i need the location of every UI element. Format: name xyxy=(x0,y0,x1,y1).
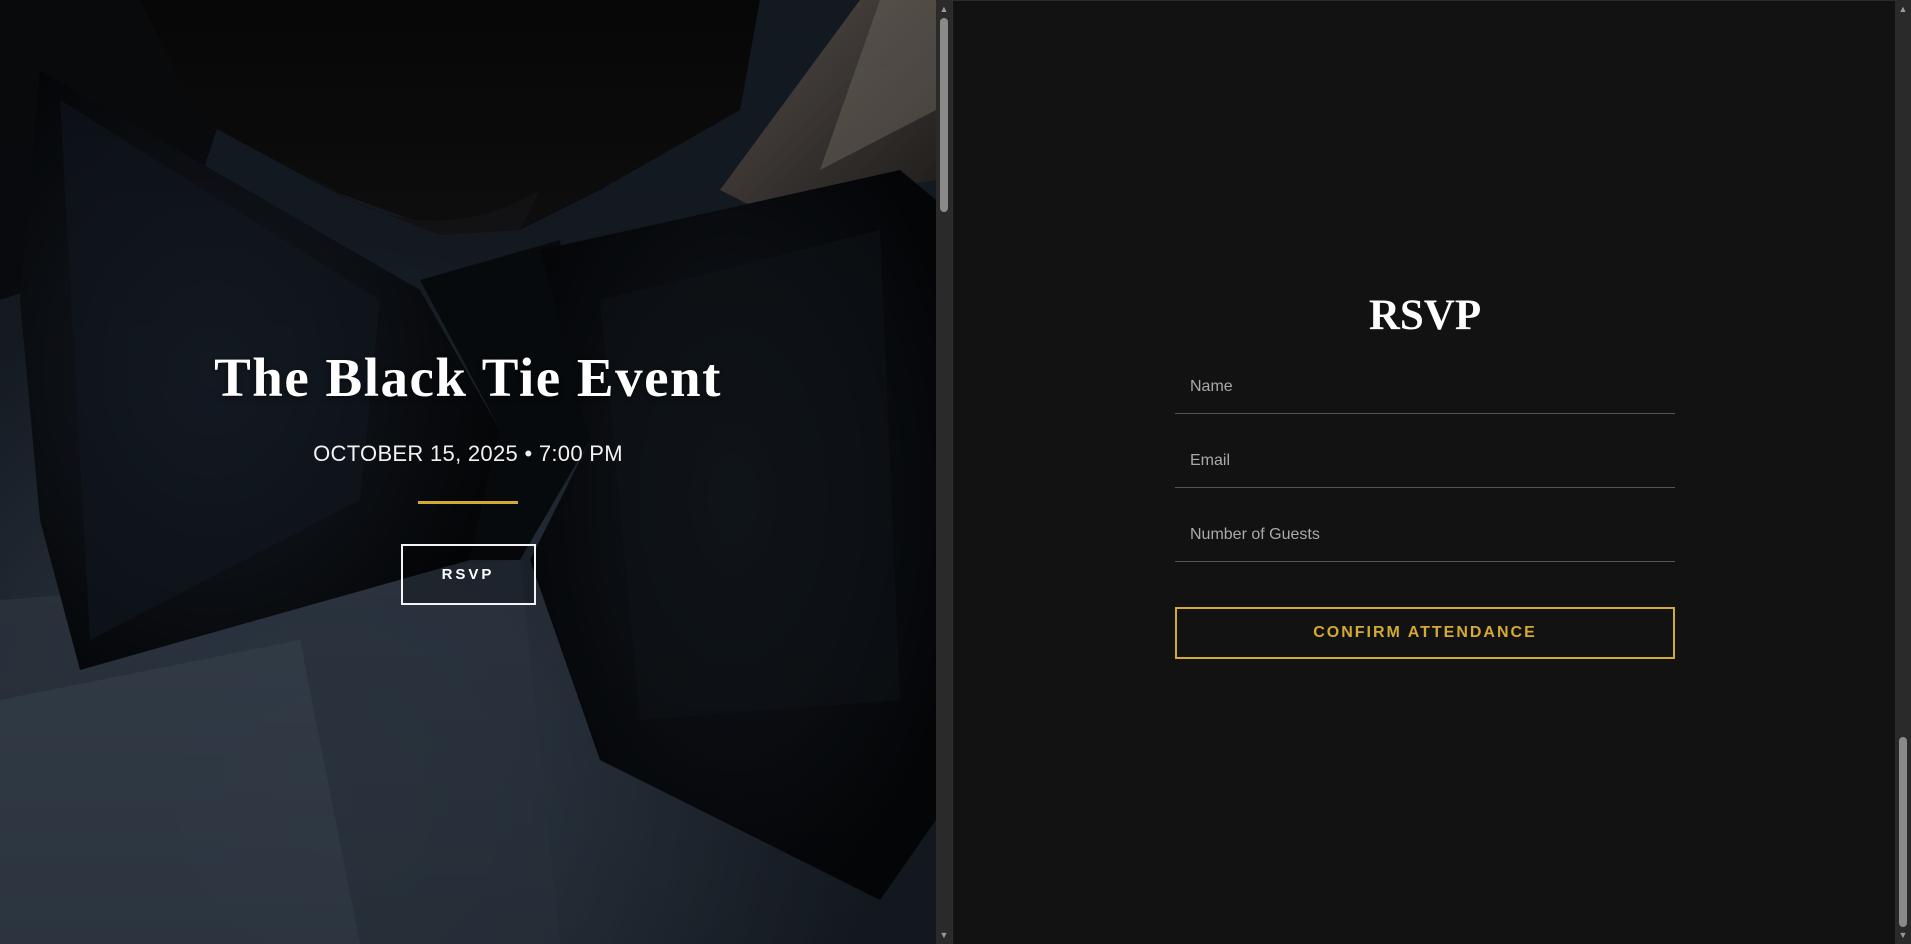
right-pane-scrollbar[interactable]: ▲ ▼ xyxy=(1895,0,1911,944)
rsvp-form: RSVP CONFIRM ATTENDANCE xyxy=(1175,289,1675,659)
scroll-up-arrow-icon[interactable]: ▲ xyxy=(936,2,952,16)
name-input[interactable] xyxy=(1175,360,1675,413)
app-window: The Black Tie Event OCTOBER 15, 2025 • 7… xyxy=(0,0,1911,944)
left-pane-scrollbar[interactable]: ▲ ▼ xyxy=(936,0,952,944)
name-field-wrapper xyxy=(1175,360,1675,414)
hero-content: The Black Tie Event OCTOBER 15, 2025 • 7… xyxy=(0,345,936,605)
email-field-wrapper xyxy=(1175,434,1675,488)
scroll-down-arrow-icon[interactable]: ▼ xyxy=(936,928,952,942)
guests-input[interactable] xyxy=(1175,508,1675,561)
event-title: The Black Tie Event xyxy=(214,347,722,408)
hero-pane: The Black Tie Event OCTOBER 15, 2025 • 7… xyxy=(0,0,936,944)
rsvp-heading: RSVP xyxy=(1368,292,1482,339)
scroll-up-arrow-icon[interactable]: ▲ xyxy=(1895,2,1911,16)
event-date: OCTOBER 15, 2025 • 7:00 PM xyxy=(313,441,623,466)
scrollbar-thumb[interactable] xyxy=(940,18,948,212)
hero-rsvp-button[interactable]: RSVP xyxy=(400,544,536,605)
gold-divider xyxy=(418,501,518,504)
guests-field-wrapper xyxy=(1175,508,1675,562)
rsvp-pane: RSVP CONFIRM ATTENDANCE xyxy=(953,0,1895,944)
email-input[interactable] xyxy=(1175,434,1675,487)
scrollbar-thumb[interactable] xyxy=(1899,737,1907,927)
scroll-down-arrow-icon[interactable]: ▼ xyxy=(1895,928,1911,942)
confirm-attendance-button[interactable]: CONFIRM ATTENDANCE xyxy=(1175,607,1675,659)
